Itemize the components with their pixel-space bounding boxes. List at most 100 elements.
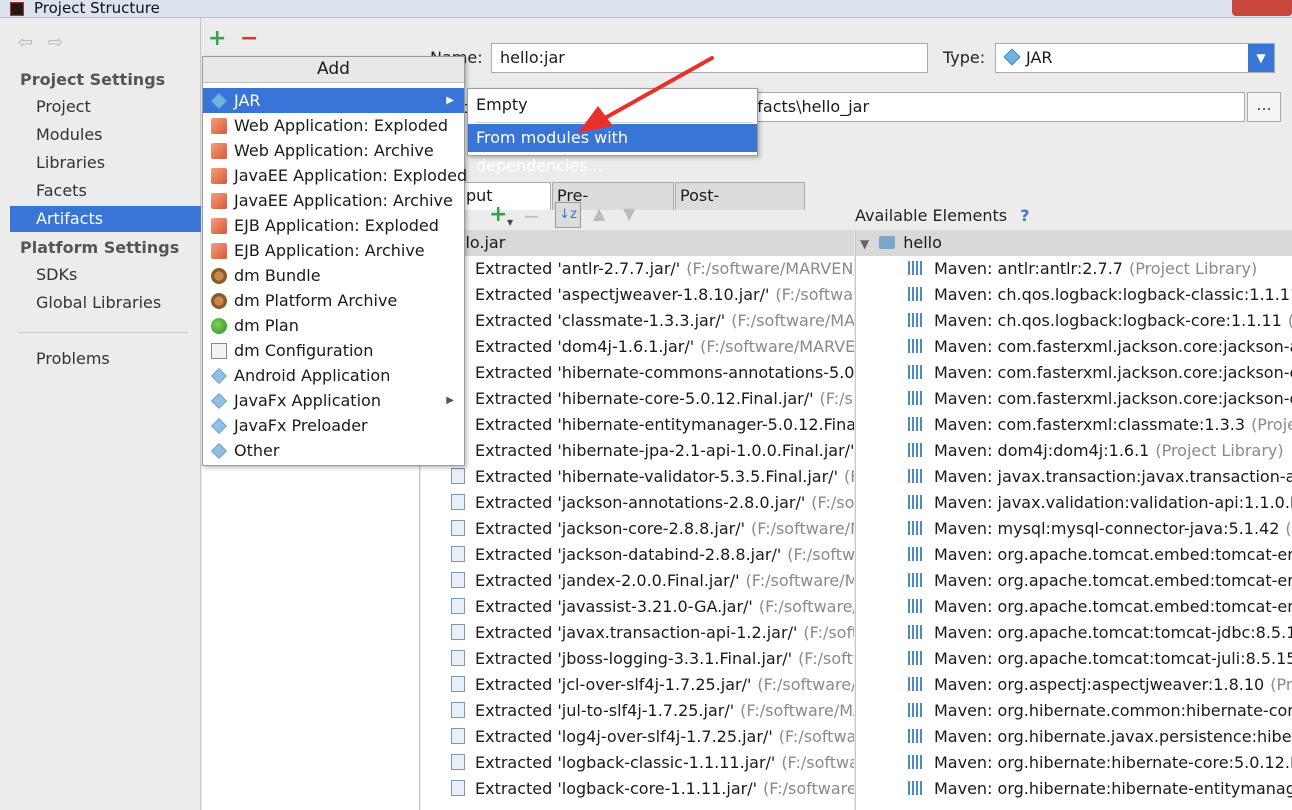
nav-item-project[interactable]: Project [10, 94, 201, 120]
move-up-icon[interactable]: ▲ [593, 204, 605, 223]
add-menu-item[interactable]: JavaFx Preloader [203, 413, 464, 438]
library-icon [908, 573, 924, 587]
add-menu-item[interactable]: JavaFx Application ▶ [203, 388, 464, 413]
jar-submenu: Empty From modules with dependencies... [467, 88, 758, 175]
available-library-row[interactable]: Maven: com.fasterxml:classmate:1.3.3 (Pro… [856, 412, 1292, 438]
available-root-module[interactable]: ▼ hello [856, 230, 1292, 256]
available-library-row[interactable]: Maven: org.hibernate.javax.persistence:h… [856, 724, 1292, 750]
available-library-row[interactable]: Maven: org.apache.tomcat.embed:tomcat-em… [856, 542, 1292, 568]
available-library-row[interactable]: Maven: javax.validation:validation-api:1… [856, 490, 1292, 516]
output-layout-row[interactable]: Extracted 'javassist-3.21.0-GA.jar/' (F:/… [421, 594, 854, 620]
move-down-icon[interactable]: ▼ [623, 204, 635, 223]
available-library-row[interactable]: Maven: com.fasterxml.jackson.core:jackso… [856, 334, 1292, 360]
library-name: Maven: org.apache.tomcat.embed:tomcat-em… [934, 597, 1292, 616]
add-menu-item[interactable]: Other [203, 438, 464, 463]
add-menu-item[interactable]: JavaEE Application: Exploded [203, 163, 467, 188]
available-library-row[interactable]: Maven: org.hibernate:hibernate-core:5.0.… [856, 750, 1292, 776]
add-menu-item-label: JAR [234, 91, 261, 110]
library-icon [908, 313, 924, 327]
dm-bundle-icon [211, 268, 227, 284]
submenu-item-from-modules[interactable]: From modules with dependencies... [468, 124, 757, 175]
available-library-row[interactable]: Maven: ch.qos.logback:logback-classic:1.… [856, 282, 1292, 308]
output-layout-row[interactable]: Extracted 'hibernate-commons-annotations… [421, 360, 854, 386]
artifact-type-combo[interactable]: JAR ▼ [995, 43, 1275, 73]
available-library-row[interactable]: Maven: org.apache.tomcat:tomcat-juli:8.5… [856, 646, 1292, 672]
help-icon[interactable]: ? [1020, 206, 1029, 225]
available-library-row[interactable]: Maven: ch.qos.logback:logback-core:1.1.1… [856, 308, 1292, 334]
output-layout-row[interactable]: Extracted 'dom4j-1.6.1.jar/' (F:/software… [421, 334, 854, 360]
output-root-jar[interactable]: llo.jar [421, 230, 854, 256]
output-layout-row[interactable]: Extracted 'hibernate-validator-5.3.5.Fin… [421, 464, 854, 490]
sort-az-icon[interactable]: ↓z [555, 202, 581, 228]
available-library-row[interactable]: Maven: org.apache.tomcat.embed:tomcat-em… [856, 594, 1292, 620]
add-menu-item[interactable]: dm Platform Archive [203, 288, 464, 313]
nav-item-libraries[interactable]: Libraries [10, 150, 201, 176]
nav-item-sdks[interactable]: SDKs [10, 262, 201, 288]
output-layout-row[interactable]: Extracted 'hibernate-entitymanager-5.0.1… [421, 412, 854, 438]
nav-item-global-libraries[interactable]: Global Libraries [10, 290, 201, 316]
available-library-row[interactable]: Maven: javax.transaction:javax.transacti… [856, 464, 1292, 490]
remove-element-minus-icon[interactable]: − [523, 204, 540, 228]
output-layout-row[interactable]: Extracted 'hibernate-jpa-2.1-api-1.0.0.F… [421, 438, 854, 464]
output-layout-row[interactable]: Extracted 'hibernate-core-5.0.12.Final.j… [421, 386, 854, 412]
plus-icon[interactable]: + [208, 26, 226, 51]
add-menu-item[interactable]: dm Bundle [203, 263, 464, 288]
output-row-name: Extracted 'logback-core-1.1.11.jar/' [475, 779, 757, 798]
add-menu-item[interactable]: Web Application: Archive [203, 138, 464, 163]
library-tag: (Projec [1270, 675, 1292, 694]
output-directory-field[interactable]: rtifacts\hello_jar [731, 92, 1245, 122]
available-library-row[interactable]: Maven: org.apache.tomcat.embed:tomcat-em… [856, 568, 1292, 594]
available-library-row[interactable]: Maven: org.hibernate:hibernate-entityman… [856, 776, 1292, 802]
available-library-row[interactable]: Maven: com.fasterxml.jackson.core:jackso… [856, 386, 1292, 412]
artifact-name-field[interactable]: hello:jar [491, 43, 928, 73]
add-menu-item[interactable]: Web Application: Exploded [203, 113, 464, 138]
nav-item-artifacts[interactable]: Artifacts [10, 206, 201, 232]
dm-plan-icon [211, 318, 227, 334]
library-icon [908, 391, 924, 405]
output-layout-row[interactable]: Extracted 'jackson-databind-2.8.8.jar/' (… [421, 542, 854, 568]
type-label: Type: [943, 48, 986, 67]
available-library-row[interactable]: Maven: antlr:antlr:2.7.7 (Project Library… [856, 256, 1292, 282]
chevron-down-icon[interactable]: ▼ [1248, 44, 1274, 72]
window-close-button[interactable] [1232, 0, 1292, 16]
expand-triangle-icon[interactable]: ▼ [860, 231, 869, 257]
output-layout-row[interactable]: Extracted 'javax.transaction-api-1.2.jar… [421, 620, 854, 646]
tab-post-processing[interactable]: Post-processing [675, 182, 805, 231]
output-layout-row[interactable]: Extracted 'jackson-core-2.8.8.jar/' (F:/s… [421, 516, 854, 542]
available-library-row[interactable]: Maven: org.hibernate.common:hibernate-co… [856, 698, 1292, 724]
add-menu-item[interactable]: dm Configuration [203, 338, 464, 363]
available-library-row[interactable]: Maven: com.fasterxml.jackson.core:jackso… [856, 360, 1292, 386]
output-layout-row[interactable]: Extracted 'jackson-annotations-2.8.0.jar… [421, 490, 854, 516]
library-tag: (Project Library) [1155, 441, 1284, 460]
available-library-row[interactable]: Maven: dom4j:dom4j:1.6.1 (Project Library… [856, 438, 1292, 464]
output-layout-row[interactable]: Extracted 'jandex-2.0.0.Final.jar/' (F:/s… [421, 568, 854, 594]
output-layout-row[interactable]: Extracted 'jboss-logging-3.3.1.Final.jar… [421, 646, 854, 672]
available-library-row[interactable]: Maven: org.aspectj:aspectjweaver:1.8.10 (… [856, 672, 1292, 698]
library-icon [908, 651, 924, 665]
output-layout-row[interactable]: Extracted 'logback-classic-1.1.11.jar/' (… [421, 750, 854, 776]
nav-item-problems[interactable]: Problems [10, 346, 201, 372]
add-menu-item[interactable]: JAR ▶ [203, 88, 464, 113]
browse-button[interactable]: ... [1247, 92, 1281, 122]
available-library-row[interactable]: Maven: org.apache.tomcat:tomcat-jdbc:8.5… [856, 620, 1292, 646]
add-menu-item[interactable]: EJB Application: Archive [203, 238, 464, 263]
add-menu-item[interactable]: Android Application [203, 363, 464, 388]
back-arrow-icon[interactable]: ⇦ [18, 32, 33, 53]
add-menu-item[interactable]: JavaEE Application: Archive [203, 188, 464, 213]
available-library-row[interactable]: Maven: mysql:mysql-connector-java:5.1.42… [856, 516, 1292, 542]
nav-item-facets[interactable]: Facets [10, 178, 201, 204]
add-menu-item[interactable]: EJB Application: Exploded [203, 213, 464, 238]
output-layout-row[interactable]: Extracted 'log4j-over-slf4j-1.7.25.jar/'… [421, 724, 854, 750]
output-layout-row[interactable]: Extracted 'classmate-1.3.3.jar/' (F:/soft… [421, 308, 854, 334]
submenu-item-empty[interactable]: Empty [468, 91, 757, 119]
add-menu-item[interactable]: dm Plan [203, 313, 464, 338]
minus-icon[interactable]: − [240, 26, 258, 51]
output-layout-row[interactable]: Extracted 'logback-core-1.1.11.jar/' (F:/… [421, 776, 854, 802]
nav-item-modules[interactable]: Modules [10, 122, 201, 148]
output-layout-row[interactable]: Extracted 'jul-to-slf4j-1.7.25.jar/' (F:/… [421, 698, 854, 724]
forward-arrow-icon[interactable]: ⇨ [48, 32, 63, 53]
output-layout-row[interactable]: Extracted 'aspectjweaver-1.8.10.jar/' (F:… [421, 282, 854, 308]
output-layout-row[interactable]: Extracted 'antlr-2.7.7.jar/' (F:/software… [421, 256, 854, 282]
add-element-plus-icon[interactable]: + [489, 202, 507, 227]
output-layout-row[interactable]: Extracted 'jcl-over-slf4j-1.7.25.jar/' (F… [421, 672, 854, 698]
